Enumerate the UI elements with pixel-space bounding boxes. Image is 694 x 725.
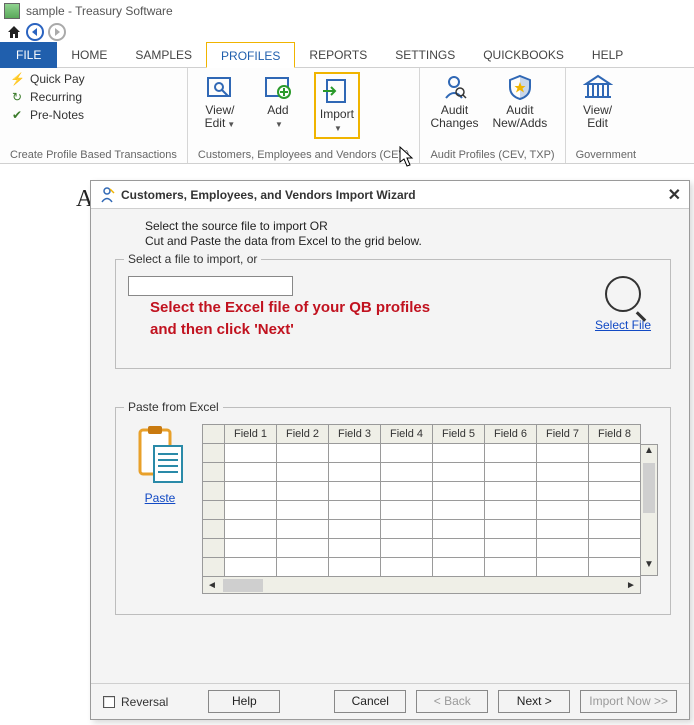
tab-strip: FILE HOME SAMPLES PROFILES REPORTS SETTI… (0, 42, 694, 68)
ribbon-label-gov: Government (576, 147, 637, 161)
next-button[interactable]: Next > (498, 690, 570, 713)
select-file-button[interactable]: Select File (588, 276, 658, 332)
tab-reports[interactable]: REPORTS (295, 42, 381, 68)
tab-home[interactable]: HOME (57, 42, 121, 68)
ribbon-group-cev: View/ Edit▼ Add▼ Import▼ Customers, Empl… (188, 68, 421, 163)
horizontal-scrollbar[interactable]: ◄ ► (202, 577, 641, 594)
table-row[interactable] (203, 539, 641, 558)
paste-legend: Paste from Excel (124, 400, 223, 414)
close-icon[interactable]: ✕ (668, 185, 681, 205)
paste-button[interactable]: Paste (128, 424, 192, 505)
add-button[interactable]: Add▼ (256, 72, 300, 131)
ribbon-group-gov: View/ Edit Government (566, 68, 647, 163)
lightning-icon: ⚡ (10, 72, 24, 86)
paste-fieldset: Paste from Excel Paste (115, 407, 671, 615)
import-wizard-dialog: Customers, Employees, and Vendors Import… (90, 180, 690, 720)
audit-new-icon (506, 72, 534, 102)
dialog-title-bar: Customers, Employees, and Vendors Import… (91, 181, 689, 209)
tab-profiles[interactable]: PROFILES (206, 42, 295, 68)
wizard-icon (99, 187, 115, 203)
excel-grid[interactable]: Field 1 Field 2 Field 3 Field 4 Field 5 … (202, 424, 658, 594)
paste-link[interactable]: Paste (128, 491, 192, 505)
forward-icon[interactable] (48, 23, 66, 41)
annotation-line1: Select the Excel file of your QB profile… (150, 298, 578, 318)
recurring-button[interactable]: ↻Recurring (10, 90, 85, 104)
scroll-down-icon[interactable]: ▼ (641, 559, 657, 575)
grid-header[interactable]: Field 1 (225, 425, 277, 444)
quick-pay-button[interactable]: ⚡Quick Pay (10, 72, 85, 86)
select-file-link[interactable]: Select File (588, 318, 658, 332)
table-row[interactable] (203, 463, 641, 482)
scroll-right-icon[interactable]: ► (622, 580, 640, 591)
import-icon (323, 76, 351, 106)
table-row[interactable] (203, 520, 641, 539)
ribbon-label-audit: Audit Profiles (CEV, TXP) (430, 147, 554, 161)
dialog-title: Customers, Employees, and Vendors Import… (121, 188, 416, 202)
dialog-intro: Select the source file to import OR Cut … (145, 219, 671, 249)
grid-corner (203, 425, 225, 444)
import-button[interactable]: Import▼ (314, 72, 360, 139)
back-button[interactable]: < Back (416, 690, 488, 713)
clipboard-icon (134, 424, 186, 484)
view-edit-icon (206, 72, 234, 102)
ribbon-group-transactions: ⚡Quick Pay ↻Recurring ✔Pre-Notes Create … (0, 68, 188, 163)
select-file-fieldset: Select a file to import, or Select the E… (115, 259, 671, 369)
grid-header[interactable]: Field 8 (589, 425, 641, 444)
checkbox-icon (103, 696, 115, 708)
grid-header[interactable]: Field 7 (537, 425, 589, 444)
import-now-button[interactable]: Import Now >> (580, 690, 677, 713)
tab-file[interactable]: FILE (0, 42, 57, 68)
home-icon[interactable] (6, 24, 22, 40)
table-row[interactable] (203, 558, 641, 577)
help-button[interactable]: Help (208, 690, 280, 713)
magnifier-icon (605, 276, 641, 312)
cancel-button[interactable]: Cancel (334, 690, 406, 713)
table-row[interactable] (203, 482, 641, 501)
view-edit-button[interactable]: View/ Edit▼ (198, 72, 242, 131)
title-bar: sample - Treasury Software (0, 0, 694, 22)
prenotes-button[interactable]: ✔Pre-Notes (10, 108, 85, 122)
select-file-legend: Select a file to import, or (124, 252, 261, 266)
file-path-input[interactable] (128, 276, 293, 296)
grid-header[interactable]: Field 6 (485, 425, 537, 444)
app-icon (4, 3, 20, 19)
vertical-scrollbar[interactable]: ▲ ▼ (641, 444, 658, 576)
window-title: sample - Treasury Software (26, 4, 173, 18)
tab-quickbooks[interactable]: QUICKBOOKS (469, 42, 578, 68)
tab-samples[interactable]: SAMPLES (121, 42, 206, 68)
ribbon-label-cev: Customers, Employees and Vendors (CEV) (198, 147, 410, 161)
scroll-left-icon[interactable]: ◄ (203, 580, 221, 591)
ribbon-label-transactions: Create Profile Based Transactions (10, 147, 177, 161)
add-icon (264, 72, 292, 102)
audit-changes-icon (440, 72, 468, 102)
government-icon (583, 72, 613, 102)
table-row[interactable] (203, 444, 641, 463)
scroll-up-icon[interactable]: ▲ (641, 445, 657, 461)
nav-icons (0, 22, 694, 42)
check-icon: ✔ (10, 108, 24, 122)
tab-settings[interactable]: SETTINGS (381, 42, 469, 68)
dialog-footer: Reversal Help Cancel < Back Next > Impor… (91, 683, 689, 719)
reversal-checkbox[interactable]: Reversal (103, 695, 168, 709)
gov-view-edit-button[interactable]: View/ Edit (576, 72, 620, 130)
scroll-thumb[interactable] (643, 463, 655, 513)
ribbon: ⚡Quick Pay ↻Recurring ✔Pre-Notes Create … (0, 68, 694, 164)
scroll-thumb[interactable] (223, 579, 263, 592)
tab-help[interactable]: HELP (578, 42, 637, 68)
ribbon-group-audit: Audit Changes Audit New/Adds Audit Profi… (420, 68, 565, 163)
grid-header[interactable]: Field 2 (277, 425, 329, 444)
annotation-line2: and then click 'Next' (150, 320, 578, 340)
grid-header[interactable]: Field 3 (329, 425, 381, 444)
grid-header[interactable]: Field 4 (381, 425, 433, 444)
back-icon[interactable] (26, 23, 44, 41)
table-row[interactable] (203, 501, 641, 520)
audit-changes-button[interactable]: Audit Changes (430, 72, 478, 130)
recurring-icon: ↻ (10, 90, 24, 104)
grid-header[interactable]: Field 5 (433, 425, 485, 444)
audit-new-button[interactable]: Audit New/Adds (493, 72, 548, 130)
